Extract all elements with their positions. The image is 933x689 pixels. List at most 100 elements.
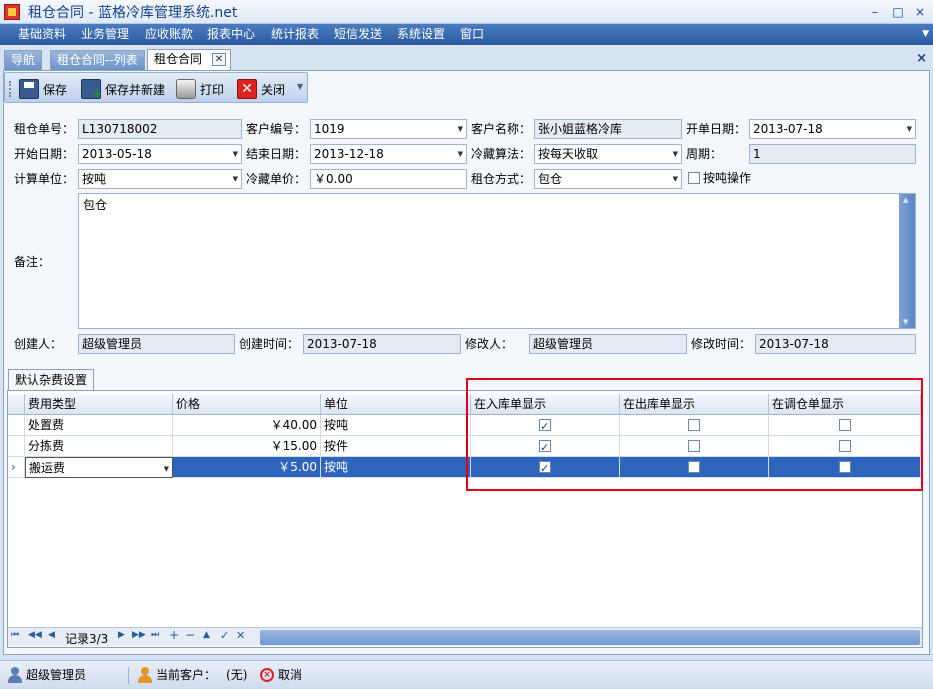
edit-record-icon[interactable]: ▲ bbox=[203, 630, 210, 640]
cancel-record-icon[interactable]: ✕ bbox=[236, 629, 245, 642]
show-out-cell[interactable] bbox=[620, 457, 769, 478]
row-indicator[interactable] bbox=[8, 415, 25, 436]
column-header-show-in[interactable]: 在入库单显示 bbox=[471, 394, 620, 415]
created-field[interactable]: 2013-07-18 bbox=[303, 334, 461, 354]
price-cell[interactable]: ￥15.00 bbox=[173, 436, 321, 457]
remarks-text: 包仓 bbox=[83, 198, 108, 212]
unit-value: 按吨 bbox=[82, 172, 107, 186]
price-cell[interactable]: ￥5.00 bbox=[173, 457, 321, 478]
last-record-icon[interactable]: ⏭ bbox=[151, 630, 159, 640]
fee-type-cell[interactable]: 处置费 bbox=[25, 415, 173, 436]
close-panel-icon[interactable]: × bbox=[916, 51, 927, 66]
remarks-textarea[interactable]: 包仓 bbox=[78, 193, 916, 329]
show-out-checkbox[interactable] bbox=[688, 418, 700, 431]
by-ton-checkbox[interactable] bbox=[688, 172, 700, 184]
show-in-checkbox[interactable] bbox=[539, 438, 551, 456]
dropdown-arrow-icon: ▼ bbox=[232, 150, 238, 158]
contract-no-field[interactable]: L130718002 bbox=[78, 119, 242, 139]
menu-statistics[interactable]: 统计报表 bbox=[271, 24, 319, 45]
chevron-down-icon[interactable]: ▼ bbox=[922, 24, 929, 45]
delete-record-icon[interactable]: − bbox=[185, 628, 195, 642]
show-in-checkbox[interactable] bbox=[539, 459, 551, 477]
customer-name-field[interactable]: 张小姐蓝格冷库 bbox=[534, 119, 682, 139]
first-record-icon[interactable]: ⏮ bbox=[11, 630, 19, 640]
show-transfer-checkbox[interactable] bbox=[838, 460, 851, 473]
show-out-checkbox[interactable] bbox=[688, 439, 700, 452]
save-and-new-button[interactable]: 保存并新建 bbox=[81, 77, 165, 101]
column-header-unit[interactable]: 单位 bbox=[321, 394, 471, 415]
tab-contract-list[interactable]: 租仓合同--列表 bbox=[50, 50, 145, 70]
unit-select[interactable]: 按吨 ▼ bbox=[78, 169, 242, 189]
add-record-icon[interactable]: + bbox=[169, 628, 179, 642]
column-header-show-transfer[interactable]: 在调仓单显示 bbox=[769, 394, 921, 415]
toolbar: 保存 保存并新建 打印 ✕ 关闭 ▼ bbox=[4, 72, 308, 103]
open-date-picker[interactable]: 2013-07-18 ▼ bbox=[749, 119, 916, 139]
modified-field[interactable]: 2013-07-18 bbox=[755, 334, 916, 354]
fee-type-editor[interactable]: 搬运费 ▼ bbox=[25, 457, 173, 478]
tab-navigation[interactable]: 导航 bbox=[4, 50, 43, 70]
show-out-cell[interactable] bbox=[620, 415, 769, 436]
show-transfer-checkbox[interactable] bbox=[838, 418, 851, 431]
save-new-label: 保存并新建 bbox=[105, 82, 166, 97]
show-transfer-cell[interactable] bbox=[769, 415, 921, 436]
algo-value: 按每天收取 bbox=[538, 147, 599, 161]
menu-window[interactable]: 窗口 bbox=[460, 24, 484, 45]
fee-type-cell[interactable]: 分拣费 bbox=[25, 436, 173, 457]
algo-select[interactable]: 按每天收取 ▼ bbox=[534, 144, 682, 164]
menu-business[interactable]: 业务管理 bbox=[81, 24, 129, 45]
chevron-down-icon[interactable]: ▼ bbox=[297, 82, 303, 91]
menu-settings[interactable]: 系统设置 bbox=[397, 24, 445, 45]
show-in-cell[interactable] bbox=[471, 457, 620, 478]
price-cell[interactable]: ￥40.00 bbox=[173, 415, 321, 436]
toolbar-grip[interactable] bbox=[9, 81, 12, 97]
minimize-button[interactable]: – bbox=[866, 3, 884, 21]
modifier-field[interactable]: 超级管理员 bbox=[529, 334, 687, 354]
row-indicator[interactable]: › bbox=[8, 457, 25, 478]
unit-cell[interactable]: 按吨 bbox=[321, 415, 471, 436]
column-header-fee-type[interactable]: 费用类型 bbox=[25, 394, 173, 415]
customer-code-value: 1019 bbox=[314, 122, 345, 136]
menu-receivables[interactable]: 应收账款 bbox=[145, 24, 193, 45]
close-window-button[interactable]: × bbox=[911, 3, 929, 21]
end-date-picker[interactable]: 2013-12-18 ▼ bbox=[310, 144, 467, 164]
horizontal-scrollbar[interactable] bbox=[260, 630, 920, 645]
creator-field[interactable]: 超级管理员 bbox=[78, 334, 235, 354]
cancel-customer-button[interactable]: × 取消 bbox=[260, 665, 302, 685]
start-date-picker[interactable]: 2013-05-18 ▼ bbox=[78, 144, 242, 164]
save-button[interactable]: 保存 bbox=[19, 77, 67, 101]
show-in-checkbox[interactable] bbox=[539, 417, 551, 435]
show-in-cell[interactable] bbox=[471, 436, 620, 457]
price-input[interactable]: ￥0.00 bbox=[310, 169, 467, 189]
remarks-scrollbar[interactable] bbox=[899, 194, 915, 328]
prev-page-icon[interactable]: ◀◀ bbox=[28, 630, 42, 640]
unit-cell[interactable]: 按吨 bbox=[321, 457, 471, 478]
prev-record-icon[interactable]: ◀ bbox=[48, 630, 55, 640]
next-record-icon[interactable]: ▶ bbox=[118, 630, 125, 640]
mode-select[interactable]: 包仓 ▼ bbox=[534, 169, 682, 189]
next-page-icon[interactable]: ▶▶ bbox=[132, 630, 146, 640]
by-ton-option[interactable]: 按吨操作 bbox=[688, 168, 751, 188]
menu-sms[interactable]: 短信发送 bbox=[334, 24, 382, 45]
show-in-cell[interactable] bbox=[471, 415, 620, 436]
show-transfer-checkbox[interactable] bbox=[838, 439, 851, 452]
column-header-price[interactable]: 价格 bbox=[173, 394, 321, 415]
tab-default-fees[interactable]: 默认杂费设置 bbox=[8, 369, 95, 390]
confirm-record-icon[interactable]: ✓ bbox=[220, 629, 229, 642]
menu-reports[interactable]: 报表中心 bbox=[207, 24, 255, 45]
menu-bar: 基础资料 业务管理 应收账款 报表中心 统计报表 短信发送 系统设置 窗口 ▼ bbox=[0, 24, 933, 45]
show-out-cell[interactable] bbox=[620, 436, 769, 457]
period-field[interactable]: 1 bbox=[749, 144, 916, 164]
menu-basic-data[interactable]: 基础资料 bbox=[18, 24, 66, 45]
show-transfer-cell[interactable] bbox=[769, 436, 921, 457]
show-out-checkbox[interactable] bbox=[688, 460, 700, 473]
customer-code-select[interactable]: 1019 ▼ bbox=[310, 119, 467, 139]
maximize-button[interactable]: □ bbox=[889, 3, 907, 21]
show-transfer-cell[interactable] bbox=[769, 457, 921, 478]
close-button[interactable]: ✕ 关闭 bbox=[237, 77, 285, 101]
record-counter: 记录3/3 bbox=[65, 632, 109, 646]
print-button[interactable]: 打印 bbox=[176, 77, 224, 101]
row-indicator[interactable] bbox=[8, 436, 25, 457]
close-icon[interactable]: ✕ bbox=[212, 53, 226, 66]
column-header-show-out[interactable]: 在出库单显示 bbox=[620, 394, 769, 415]
unit-cell[interactable]: 按件 bbox=[321, 436, 471, 457]
